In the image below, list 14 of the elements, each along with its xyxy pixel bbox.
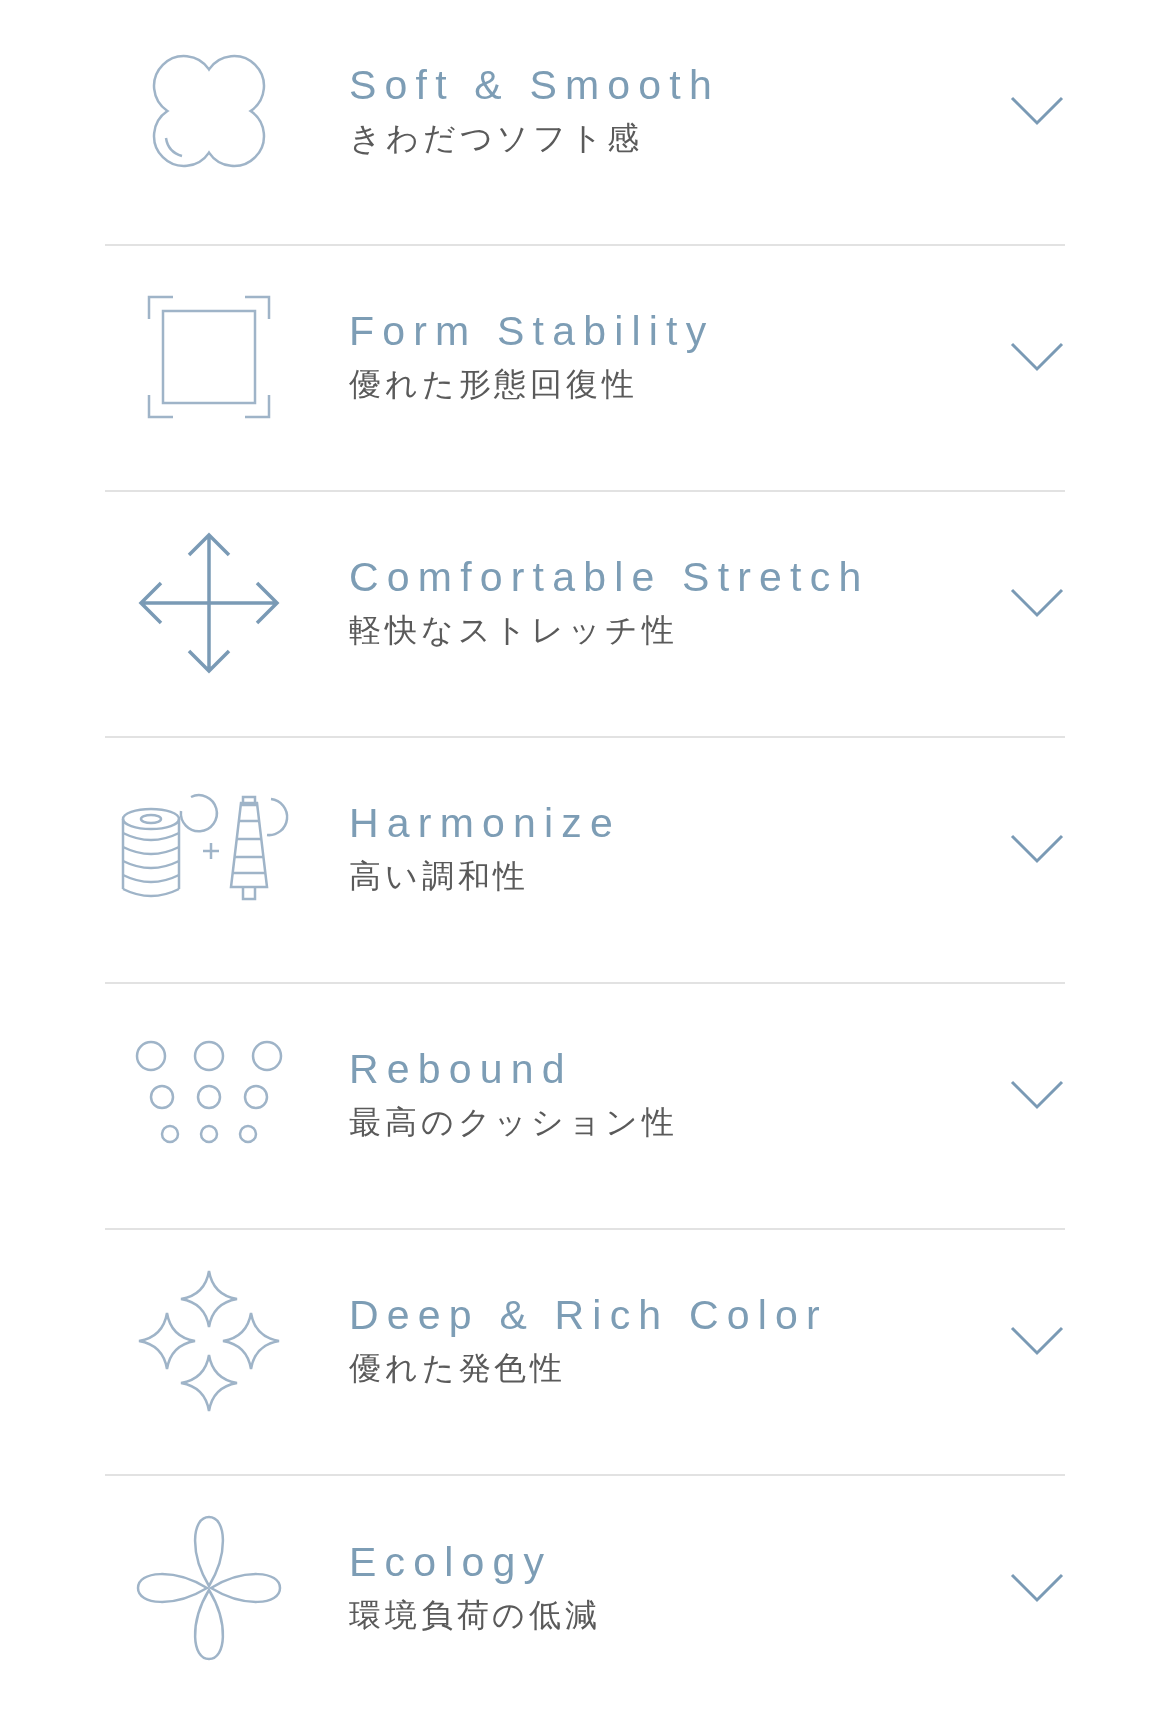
- feature-subtitle: 優れた発色性: [349, 1347, 568, 1389]
- feature-title: Ecology: [349, 1538, 554, 1586]
- feature-title: Comfortable Stretch: [349, 553, 871, 601]
- feature-title: Soft & Smooth: [349, 61, 721, 109]
- feature-subtitle: 環境負荷の低減: [349, 1594, 602, 1636]
- feature-subtitle: 軽快なストレッチ性: [349, 609, 679, 651]
- feature-title: Deep & Rich Color: [349, 1291, 829, 1339]
- feature-subtitle: 高い調和性: [349, 855, 531, 897]
- feature-title: Form Stability: [349, 307, 716, 355]
- feature-subtitle: 優れた形態回復性: [349, 363, 639, 405]
- feature-title: Harmonize: [349, 799, 623, 847]
- feature-subtitle: 最高のクッション性: [349, 1101, 679, 1143]
- feature-subtitle: きわだつソフト感: [349, 117, 644, 159]
- feature-title: Rebound: [349, 1045, 574, 1093]
